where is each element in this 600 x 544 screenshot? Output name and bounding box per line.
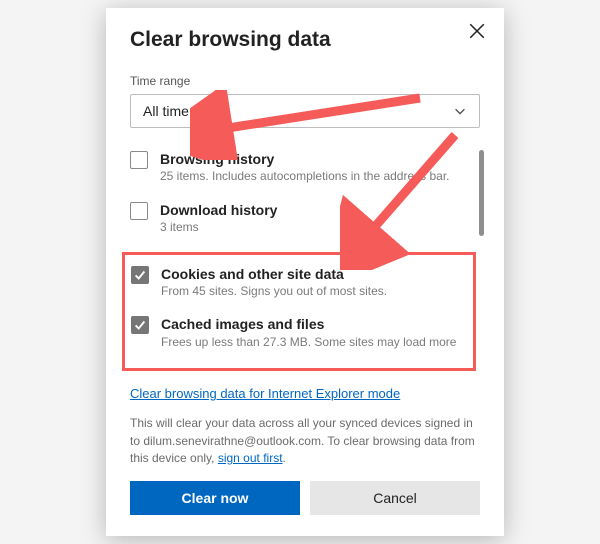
item-title: Cached images and files (161, 315, 456, 333)
list-item: Cached images and files Frees up less th… (131, 315, 467, 350)
item-subtitle: 25 items. Includes autocompletions in th… (160, 169, 450, 185)
list-item: Cookies and other site data From 45 site… (131, 265, 467, 300)
user-email: dilum.senevirathne@outlook.com (143, 434, 321, 448)
browsing-history-checkbox[interactable] (130, 151, 148, 169)
close-icon (468, 22, 486, 40)
chevron-down-icon (453, 104, 467, 118)
dialog-buttons: Clear now Cancel (130, 481, 480, 515)
time-range-select[interactable]: All time (130, 94, 480, 128)
item-title: Browsing history (160, 150, 450, 168)
scrollbar-thumb[interactable] (479, 150, 484, 236)
check-icon (133, 318, 147, 332)
clear-now-button[interactable]: Clear now (130, 481, 300, 515)
data-types-list: Browsing history 25 items. Includes auto… (130, 150, 480, 371)
dialog-title: Clear browsing data (130, 28, 480, 52)
item-title: Cookies and other site data (161, 265, 387, 283)
sync-footer-text: This will clear your data across all you… (130, 415, 480, 467)
list-item: Download history 3 items (130, 201, 462, 236)
item-subtitle: 3 items (160, 220, 277, 236)
time-range-label: Time range (130, 74, 480, 88)
list-item: Browsing history 25 items. Includes auto… (130, 150, 462, 185)
download-history-checkbox[interactable] (130, 202, 148, 220)
cancel-button[interactable]: Cancel (310, 481, 480, 515)
clear-browsing-data-dialog: Clear browsing data Time range All time … (106, 8, 504, 536)
close-button[interactable] (468, 22, 490, 44)
cookies-checkbox[interactable] (131, 266, 149, 284)
sign-out-link[interactable]: sign out first (218, 451, 283, 465)
time-range-value: All time (143, 103, 189, 119)
item-subtitle: From 45 sites. Signs you out of most sit… (161, 284, 387, 300)
check-icon (133, 268, 147, 282)
item-title: Download history (160, 201, 277, 219)
annotation-highlight: Cookies and other site data From 45 site… (122, 252, 476, 372)
cached-files-checkbox[interactable] (131, 316, 149, 334)
ie-mode-link[interactable]: Clear browsing data for Internet Explore… (130, 386, 400, 401)
item-subtitle: Frees up less than 27.3 MB. Some sites m… (161, 335, 456, 351)
